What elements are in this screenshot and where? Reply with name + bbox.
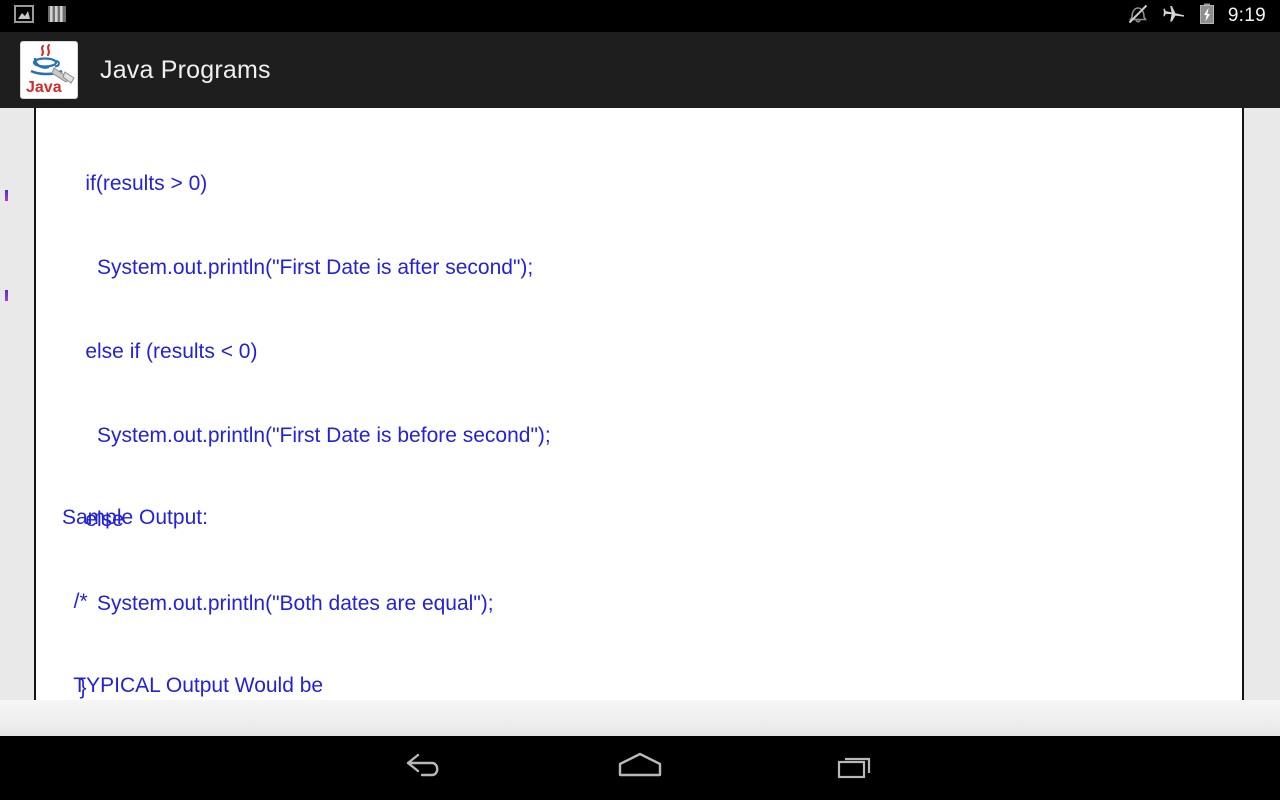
svg-text:Java: Java — [26, 79, 62, 96]
nav-recents-button[interactable] — [797, 736, 917, 800]
gutter-mark — [5, 190, 8, 201]
java-app-icon[interactable]: Java — [20, 41, 78, 99]
status-bar: 9:19 — [0, 0, 1280, 32]
home-icon — [614, 751, 666, 786]
code-line: else if (results < 0) — [62, 340, 258, 363]
app-action-bar: Java Java Programs — [0, 32, 1280, 108]
page-background: if(results > 0) System.out.println("Firs… — [0, 108, 1280, 736]
sample-output-section: Sample Output: /* TYPICAL Output Would b… — [62, 448, 510, 700]
sample-output-line: /* — [62, 590, 88, 613]
nav-back-button[interactable] — [364, 736, 484, 800]
status-bar-right-icons: 9:19 — [1127, 3, 1266, 30]
android-screen: 9:19 Java Java Programs if(results > 0) … — [0, 0, 1280, 800]
code-line: if(results > 0) — [62, 172, 208, 195]
android-navigation-bar — [0, 736, 1280, 800]
code-line: System.out.println("First Date is before… — [62, 424, 551, 447]
program-document[interactable]: if(results > 0) System.out.println("Firs… — [34, 108, 1244, 702]
code-line: System.out.println("First Date is after … — [62, 256, 534, 279]
app-title: Java Programs — [100, 55, 271, 84]
battery-charging-icon — [1199, 3, 1215, 30]
recent-apps-icon — [835, 751, 879, 786]
gutter-annotation-marks — [5, 108, 9, 702]
sample-output-line: TYPICAL Output Would be — [62, 674, 324, 697]
screenshot-icon — [14, 4, 34, 28]
sim-bars-icon — [48, 5, 66, 28]
gutter-mark — [5, 290, 8, 301]
status-bar-left-icons — [14, 4, 66, 28]
airplane-mode-icon — [1162, 3, 1186, 30]
back-arrow-icon — [402, 751, 446, 786]
nav-home-button[interactable] — [580, 736, 700, 800]
sample-output-heading: Sample Output: — [62, 506, 208, 529]
status-bar-clock: 9:19 — [1227, 5, 1266, 26]
mute-icon — [1127, 3, 1149, 30]
